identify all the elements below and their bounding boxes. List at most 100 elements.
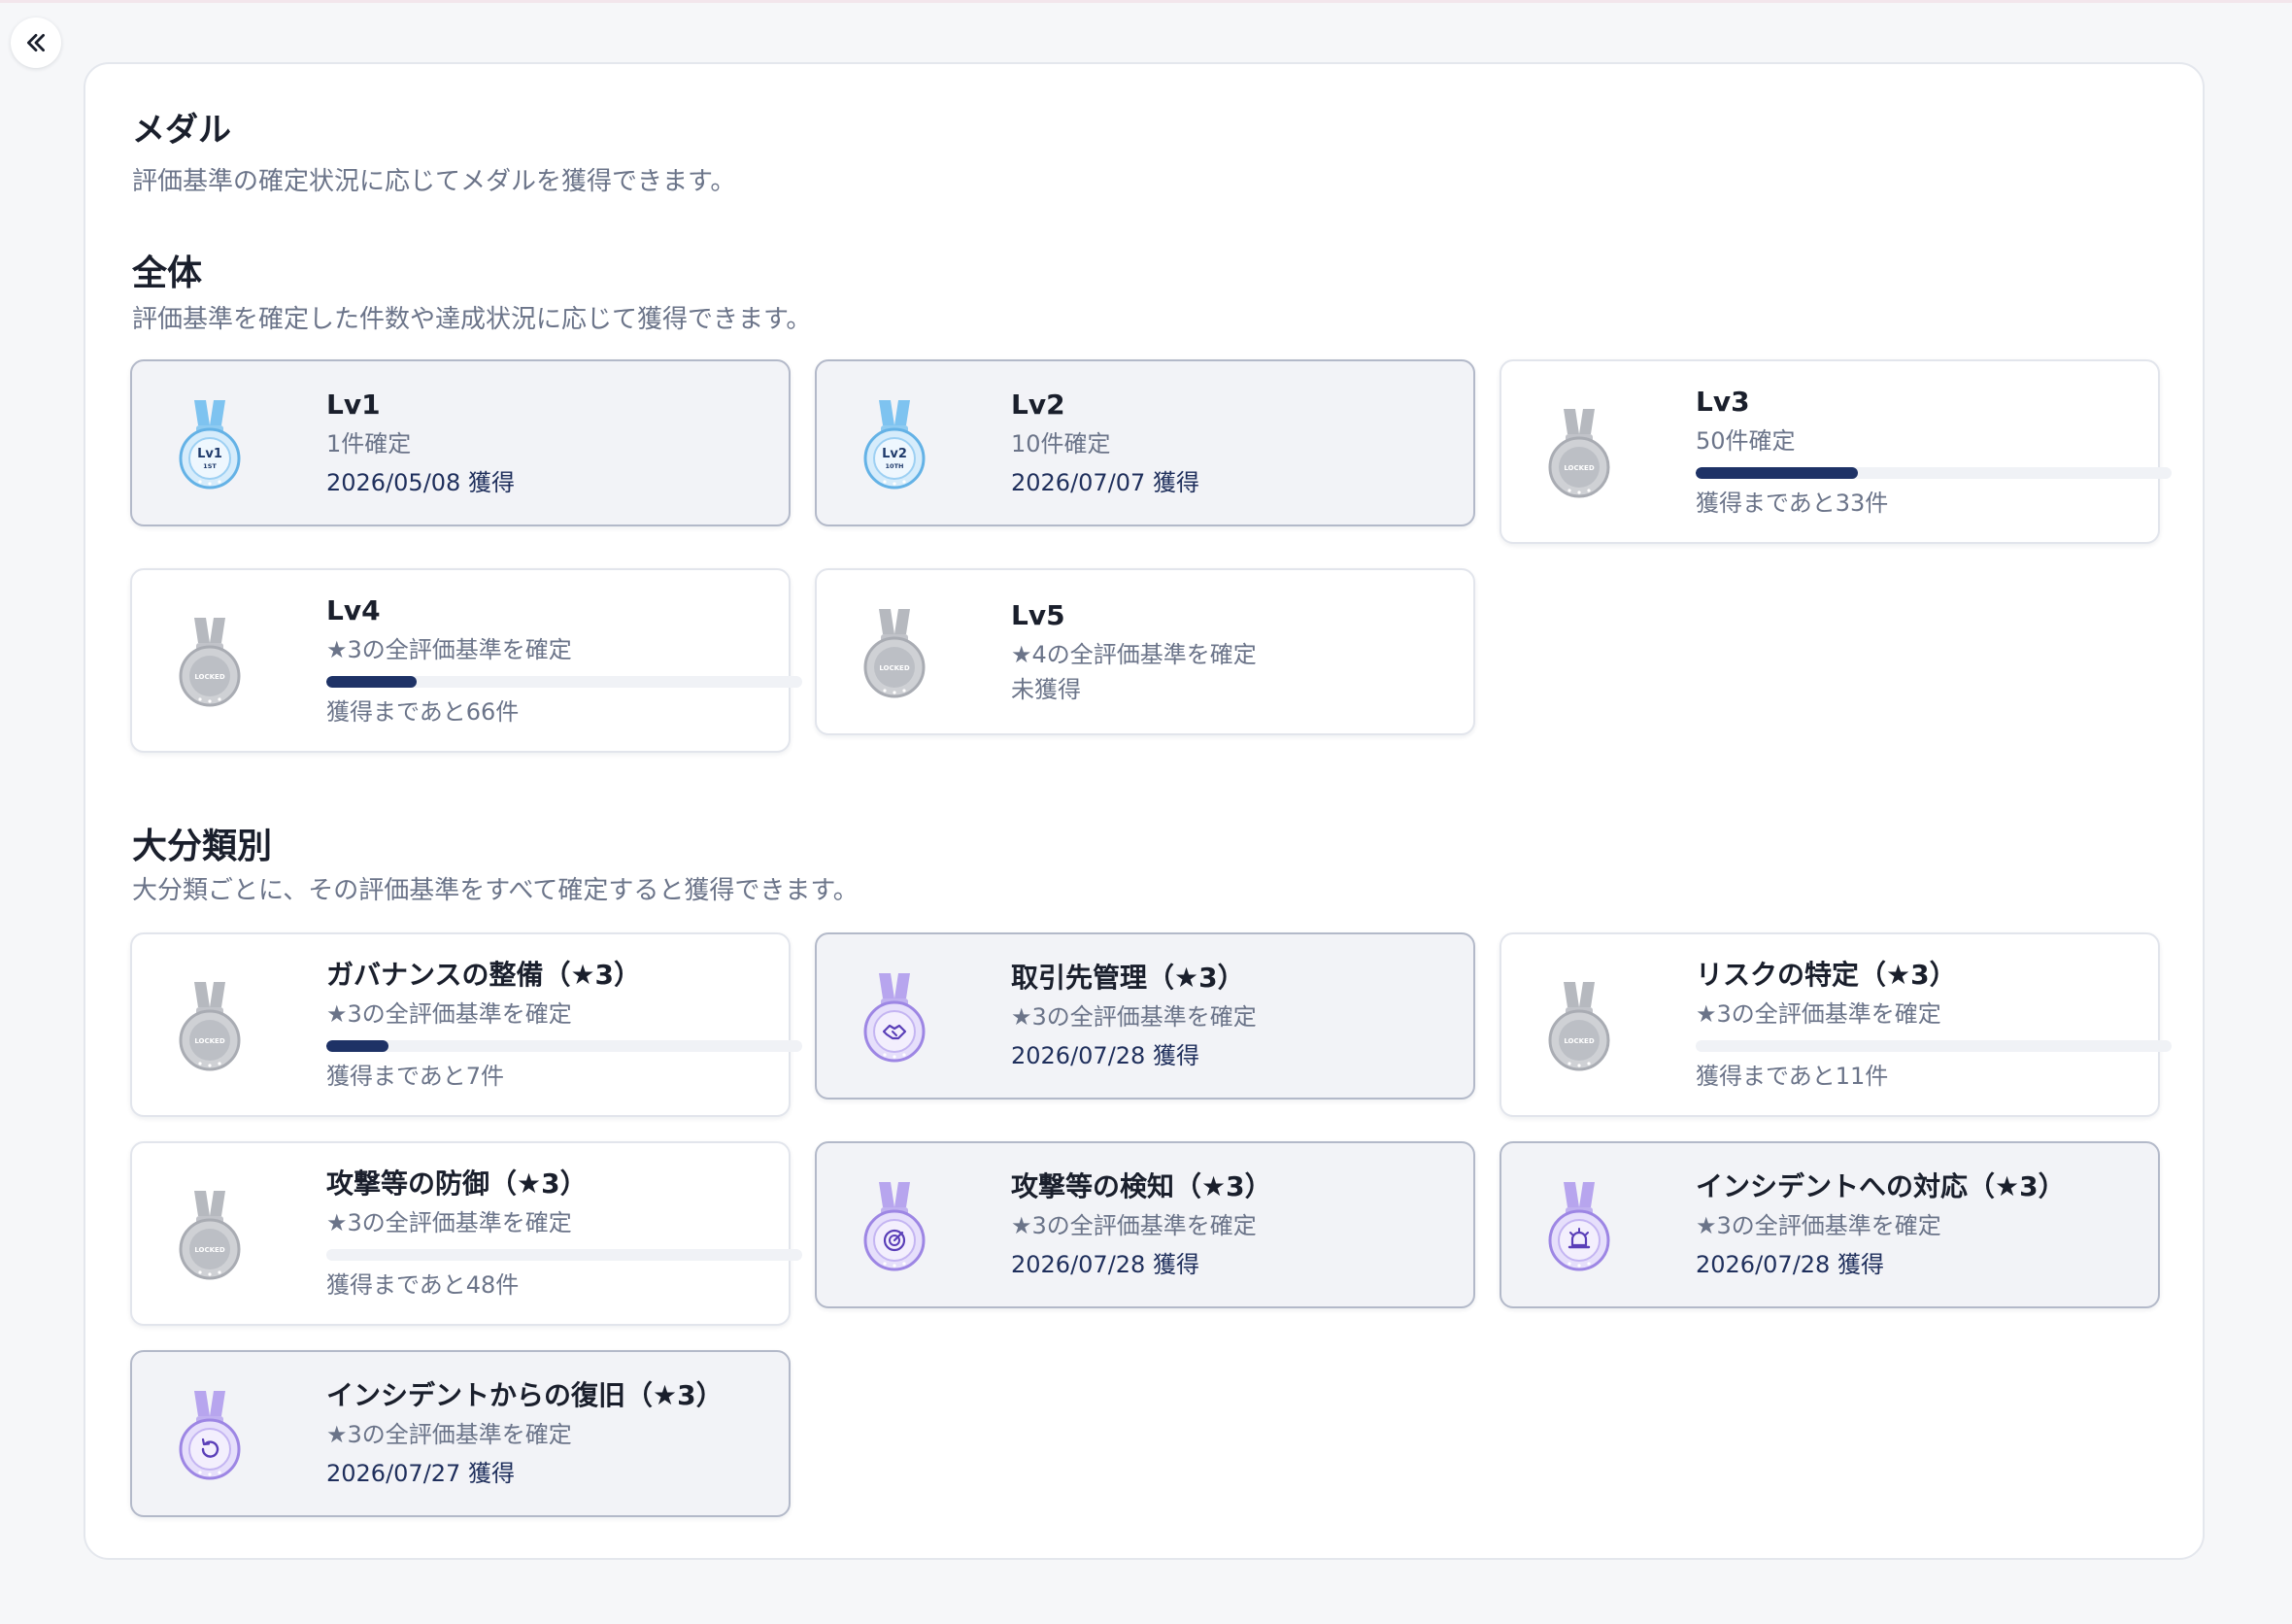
medal-condition: 1件確定: [326, 430, 412, 457]
medal-condition: ★3の全評価基準を確定: [326, 636, 572, 663]
medal-progress-bar: [1696, 467, 2172, 479]
medal-progress-bar: [326, 1040, 802, 1052]
medal-level-text: Lv2: [882, 447, 907, 461]
medal-condition: ★3の全評価基準を確定: [326, 1209, 572, 1236]
category-section-title: 大分類別: [132, 827, 273, 866]
medal-title: 攻撃等の検知（★3）: [1011, 1170, 1272, 1202]
medal-rank-text: 10TH: [886, 462, 904, 470]
medal-info: 攻撃等の防御（★3） ★3の全評価基準を確定 獲得まであと48件: [326, 1166, 802, 1302]
medal-info: 攻撃等の検知（★3） ★3の全評価基準を確定 2026/07/28 獲得: [1011, 1168, 1473, 1281]
medal-progress-fill: [326, 1040, 388, 1052]
medal-progress-bar: [326, 1249, 802, 1261]
medal-title: Lv1: [326, 389, 381, 421]
medal-condition: ★3の全評価基準を確定: [1011, 1212, 1257, 1239]
overall-medal-grid: Lv1 1ST Lv1 1件確定 2026/05/08 獲得 Lv2 10TH Lv2 10件確…: [130, 359, 2172, 753]
locked-medal-icon: LOCKED: [173, 614, 247, 707]
medal-card[interactable]: 攻撃等の検知（★3） ★3の全評価基準を確定 2026/07/28 獲得: [815, 1141, 1475, 1308]
medal-card[interactable]: 取引先管理（★3） ★3の全評価基準を確定 2026/07/28 獲得: [815, 932, 1475, 1100]
medal-title: Lv4: [326, 594, 381, 626]
locked-medal-icon: LOCKED: [173, 1187, 247, 1280]
radar-medal-icon: [858, 1178, 931, 1271]
medal-title: Lv5: [1011, 599, 1065, 631]
medal-info: 取引先管理（★3） ★3の全評価基準を確定 2026/07/28 獲得: [1011, 960, 1473, 1072]
medal-earned-date: 2026/07/28 獲得: [1011, 1042, 1199, 1069]
medal-condition: ★3の全評価基準を確定: [1696, 1212, 1941, 1239]
medal-earned-date: 2026/05/08 獲得: [326, 469, 515, 496]
medal-condition: ★4の全評価基準を確定: [1011, 641, 1257, 668]
medal-card[interactable]: LOCKED ガバナンスの整備（★3） ★3の全評価基準を確定 獲得まであと7件: [130, 932, 802, 1117]
locked-medal-icon: LOCKED: [1542, 405, 1616, 498]
locked-medal-icon: LOCKED: [173, 978, 247, 1071]
restore-medal-icon: [173, 1387, 247, 1480]
medal-title: ガバナンスの整備（★3）: [326, 959, 642, 991]
page-description: 評価基準の確定状況に応じてメダルを獲得できます。: [132, 167, 736, 196]
lv2-medal-icon: Lv2 10TH: [858, 396, 931, 490]
medal-progress-fill: [326, 676, 418, 688]
medal-badge-text: LOCKED: [194, 673, 225, 681]
overall-section-description: 評価基準を確定した件数や達成状況に応じて獲得できます。: [132, 305, 812, 334]
medal-info: Lv5 ★4の全評価基準を確定 未獲得: [1011, 597, 1473, 706]
medal-info: ガバナンスの整備（★3） ★3の全評価基準を確定 獲得まであと7件: [326, 957, 802, 1093]
medal-card[interactable]: インシデントからの復旧（★3） ★3の全評価基準を確定 2026/07/27 獲得: [130, 1350, 791, 1517]
medal-title: インシデントからの復旧（★3）: [326, 1379, 724, 1411]
medal-card[interactable]: LOCKED 攻撃等の防御（★3） ★3の全評価基準を確定 獲得まであと48件: [130, 1141, 802, 1326]
alarm-medal-icon: [1542, 1178, 1616, 1271]
medal-title: インシデントへの対応（★3）: [1696, 1170, 2066, 1202]
medal-remaining: 未獲得: [1011, 676, 1081, 703]
medal-badge-text: LOCKED: [1564, 464, 1595, 472]
medal-condition: ★3の全評価基準を確定: [326, 1000, 572, 1028]
medal-remaining: 獲得まであと11件: [1696, 1063, 1889, 1090]
medal-rank-text: 1ST: [203, 462, 217, 470]
medal-earned-date: 2026/07/28 獲得: [1011, 1251, 1199, 1278]
collapse-sidebar-button[interactable]: [11, 17, 61, 68]
medal-title: リスクの特定（★3）: [1696, 959, 1957, 991]
lv1-medal-icon: Lv1 1ST: [173, 396, 247, 490]
medal-card[interactable]: LOCKED Lv4 ★3の全評価基準を確定 獲得まであと66件: [130, 568, 802, 753]
medal-condition: ★3の全評価基準を確定: [1011, 1003, 1257, 1031]
category-section-description: 大分類ごとに、その評価基準をすべて確定すると獲得できます。: [132, 876, 859, 905]
medal-info: インシデントへの対応（★3） ★3の全評価基準を確定 2026/07/28 獲得: [1696, 1168, 2158, 1281]
locked-medal-icon: LOCKED: [858, 605, 931, 698]
handshake-medal-icon: [858, 969, 931, 1063]
medal-card[interactable]: LOCKED Lv3 50件確定獲得まであと33件: [1500, 359, 2172, 544]
medal-info: Lv3 50件確定獲得まであと33件: [1696, 384, 2172, 520]
medal-level-text: Lv1: [197, 447, 222, 461]
medal-badge-text: LOCKED: [1564, 1037, 1595, 1045]
overall-section-title: 全体: [132, 254, 203, 293]
medal-title: 攻撃等の防御（★3）: [326, 1167, 588, 1200]
medal-earned-date: 2026/07/07 獲得: [1011, 469, 1199, 496]
medal-condition: 10件確定: [1011, 430, 1111, 457]
medal-badge-text: LOCKED: [879, 664, 910, 672]
locked-medal-icon: LOCKED: [1542, 978, 1616, 1071]
medal-remaining: 獲得まであと66件: [326, 698, 520, 726]
category-medal-grid: LOCKED ガバナンスの整備（★3） ★3の全評価基準を確定 獲得まであと7件 取引先…: [130, 932, 2172, 1517]
top-accent-line: [0, 0, 2292, 3]
medal-badge-text: LOCKED: [194, 1037, 225, 1045]
medal-remaining: 獲得まであと7件: [326, 1063, 505, 1090]
medal-card[interactable]: インシデントへの対応（★3） ★3の全評価基準を確定 2026/07/28 獲得: [1500, 1141, 2160, 1308]
medal-remaining: 獲得まであと48件: [326, 1271, 520, 1299]
medal-title: Lv3: [1696, 386, 1750, 418]
medal-card[interactable]: LOCKED Lv5 ★4の全評価基準を確定 未獲得: [815, 568, 1475, 735]
medal-earned-date: 2026/07/27 獲得: [326, 1460, 515, 1487]
medal-remaining: 獲得まであと33件: [1696, 490, 1889, 517]
medal-title: Lv2: [1011, 389, 1065, 421]
medal-title: 取引先管理（★3）: [1011, 962, 1245, 994]
medal-info: Lv1 1件確定 2026/05/08 獲得: [326, 387, 789, 499]
medal-info: Lv2 10件確定 2026/07/07 獲得: [1011, 387, 1473, 499]
medal-badge-text: LOCKED: [194, 1246, 225, 1254]
medal-info: Lv4 ★3の全評価基準を確定 獲得まであと66件: [326, 592, 802, 728]
medal-condition: 50件確定: [1696, 427, 1796, 455]
medal-card[interactable]: LOCKED リスクの特定（★3） ★3の全評価基準を確定 獲得まであと11件: [1500, 932, 2172, 1117]
medal-card[interactable]: Lv1 1ST Lv1 1件確定 2026/05/08 獲得: [130, 359, 791, 526]
medal-earned-date: 2026/07/28 獲得: [1696, 1251, 1884, 1278]
medal-info: インシデントからの復旧（★3） ★3の全評価基準を確定 2026/07/27 獲得: [326, 1377, 789, 1490]
page-title: メダル: [132, 111, 231, 150]
medal-info: リスクの特定（★3） ★3の全評価基準を確定 獲得まであと11件: [1696, 957, 2172, 1093]
medals-panel: メダル 評価基準の確定状況に応じてメダルを獲得できます。 全体 評価基準を確定し…: [84, 62, 2205, 1560]
medal-condition: ★3の全評価基準を確定: [326, 1421, 572, 1448]
medal-progress-bar: [1696, 1040, 2172, 1052]
medal-condition: ★3の全評価基準を確定: [1696, 1000, 1941, 1028]
medal-progress-fill: [1696, 467, 1858, 479]
medal-card[interactable]: Lv2 10TH Lv2 10件確定 2026/07/07 獲得: [815, 359, 1475, 526]
